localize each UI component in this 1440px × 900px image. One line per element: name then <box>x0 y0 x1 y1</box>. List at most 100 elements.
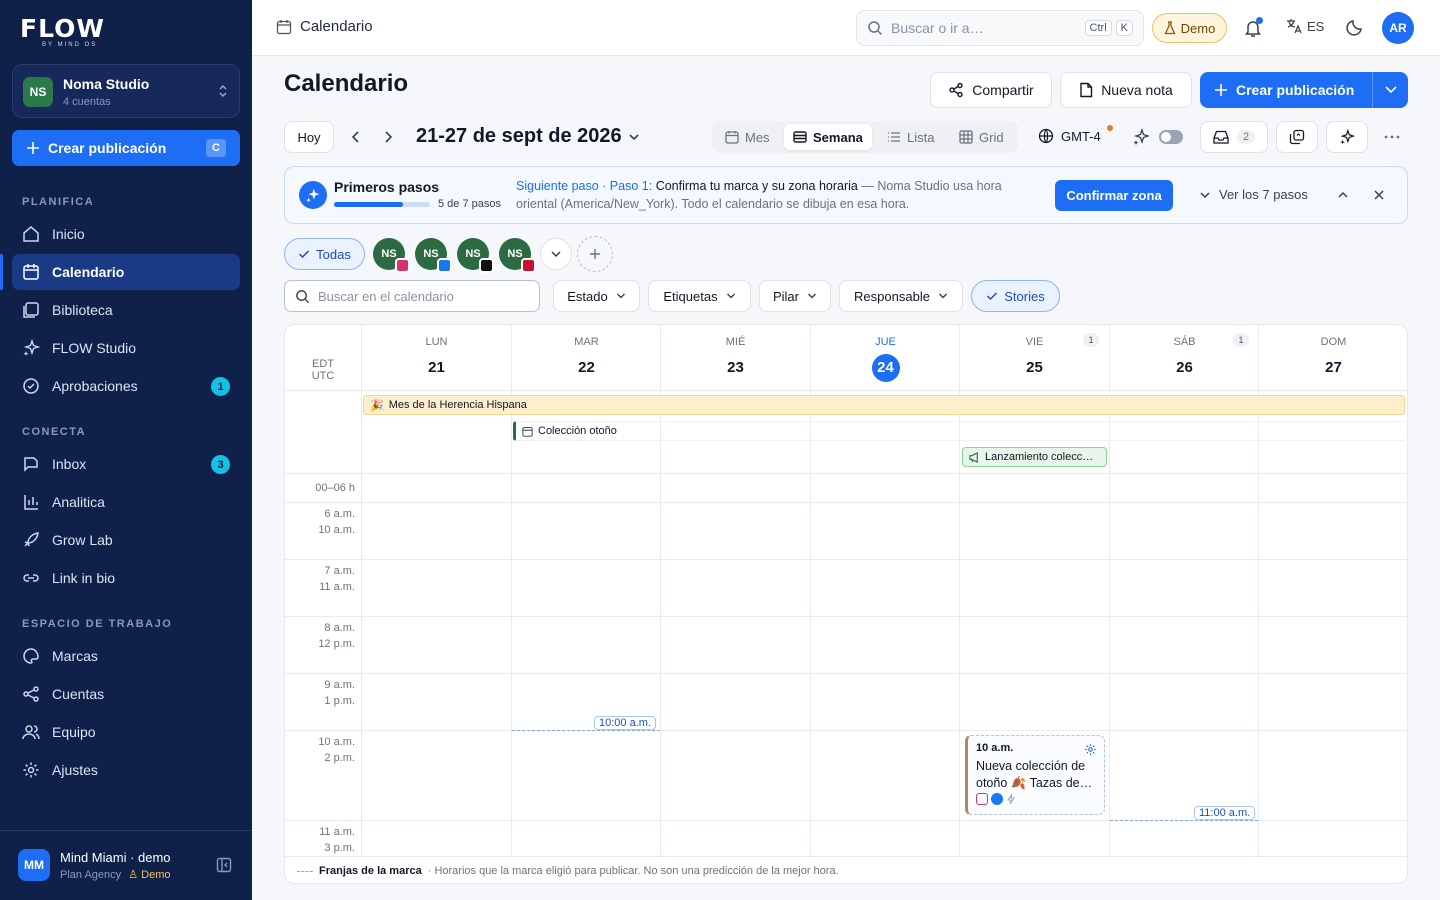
filter-all-accounts[interactable]: Todas <box>284 238 365 270</box>
day-header-dom[interactable]: DOM 27 <box>1259 325 1407 391</box>
chevron-down-icon <box>551 251 561 258</box>
view-tab-grid[interactable]: Grid <box>950 124 1013 150</box>
brand-slot-line <box>1110 820 1258 821</box>
sidebar-item-biblioteca[interactable]: Biblioteca <box>12 292 240 328</box>
workspace-footer[interactable]: MM Mind Miami · demo Plan Agency ♙ Demo <box>0 830 252 900</box>
link-icon <box>23 574 39 582</box>
hour-label: 8 a.m. 12 p.m. <box>318 622 355 650</box>
day-header-mar[interactable]: MAR 22 <box>512 325 661 391</box>
sidebar-item-inbox[interactable]: Inbox 3 <box>12 446 240 482</box>
ai-toggle[interactable] <box>1159 130 1183 144</box>
day-header-sab[interactable]: SÁB 26 1 <box>1110 325 1259 391</box>
share-button[interactable]: Compartir <box>930 72 1052 108</box>
topbar: Calendario Buscar o ir a… Ctrl K Demo ES … <box>252 0 1440 56</box>
sidebar: FLOW BY MIND OS NS Noma Studio 4 cuentas… <box>0 0 252 900</box>
view-tab-semana[interactable]: Semana <box>784 124 872 150</box>
search-icon <box>296 289 310 303</box>
confirm-zone-button[interactable]: Confirmar zona <box>1055 180 1173 211</box>
chevron-up-icon[interactable] <box>1337 190 1349 200</box>
inbox-badge: 3 <box>211 455 230 474</box>
day-header-lun[interactable]: LUN 21 <box>362 325 511 391</box>
view-tab-mes[interactable]: Mes <box>716 124 779 150</box>
org-account-count: 4 cuentas <box>63 96 111 108</box>
chevron-down-icon <box>1200 191 1210 198</box>
day-header-vie[interactable]: VIE 25 1 <box>960 325 1109 391</box>
hour-label: 10 a.m. 2 p.m. <box>318 736 355 764</box>
chevron-down-icon[interactable] <box>1384 84 1398 96</box>
brand-slot-badge[interactable]: 11:00 a.m. <box>1194 806 1256 820</box>
note-icon <box>1080 82 1093 98</box>
account-instagram[interactable]: NS <box>373 238 410 273</box>
account-tiktok[interactable]: NS <box>457 238 494 273</box>
calendar-icon <box>23 264 39 280</box>
next-week-icon[interactable] <box>382 130 394 144</box>
prev-week-icon[interactable] <box>350 130 362 144</box>
more-options-icon[interactable] <box>1384 134 1400 140</box>
sidebar-item-link-in-bio[interactable]: Link in bio <box>12 560 240 596</box>
brand-slot-badge[interactable]: 10:00 a.m. <box>594 716 656 730</box>
new-note-button[interactable]: Nueva nota <box>1060 72 1192 108</box>
onboarding-title: Primeros pasos <box>334 179 440 195</box>
org-avatar: NS <box>23 77 53 107</box>
sidebar-item-grow-lab[interactable]: Grow Lab <box>12 522 240 558</box>
filter-responsable[interactable]: Responsable <box>839 280 963 312</box>
view-tab-lista[interactable]: Lista <box>878 124 943 150</box>
flow-logo[interactable]: FLOW BY MIND OS <box>20 14 105 48</box>
global-search-input[interactable]: Buscar o ir a… Ctrl K <box>856 10 1144 46</box>
account-pinterest[interactable]: NS <box>499 238 536 273</box>
plus-icon <box>590 249 600 259</box>
timezone-selector[interactable]: GMT-4 <box>1038 128 1101 144</box>
filter-estado[interactable]: Estado <box>553 280 640 312</box>
workspace-plan: Plan Agency ♙ Demo <box>60 869 171 881</box>
calendar-event-card[interactable]: 10 a.m. Nueva colección de otoño 🍂 Tazas… <box>965 735 1105 815</box>
sidebar-item-analitica[interactable]: Analitica <box>12 484 240 520</box>
allday-event-lanzamiento[interactable]: Lanzamiento colecc… <box>962 447 1107 467</box>
allday-event-coleccion-otono[interactable]: Colección otoño <box>513 421 1406 441</box>
language-switch[interactable]: ES <box>1286 18 1324 34</box>
megaphone-icon <box>969 451 978 463</box>
filter-pilar[interactable]: Pilar <box>759 280 831 312</box>
section-title-espacio: ESPACIO DE TRABAJO <box>22 618 173 630</box>
palette-icon <box>23 648 39 664</box>
sidebar-item-aprobaciones[interactable]: Aprobaciones 1 <box>12 368 240 404</box>
org-switcher[interactable]: NS Noma Studio 4 cuentas <box>12 64 240 118</box>
sidebar-item-cuentas[interactable]: Cuentas <box>12 676 240 712</box>
sidebar-create-post-button[interactable]: Crear publicación C <box>12 130 240 166</box>
collapse-sidebar-icon[interactable] <box>216 857 232 873</box>
sidebar-item-ajustes[interactable]: Ajustes <box>12 752 240 788</box>
user-avatar[interactable]: AR <box>1382 12 1414 44</box>
add-account-button[interactable] <box>577 236 613 272</box>
moon-icon[interactable] <box>1346 18 1364 36</box>
sidebar-item-equipo[interactable]: Equipo <box>12 714 240 750</box>
ai-assist-button[interactable] <box>1326 121 1368 153</box>
home-icon <box>23 226 39 242</box>
filter-etiquetas[interactable]: Etiquetas <box>648 280 751 312</box>
search-icon <box>868 21 883 36</box>
day-header-mie[interactable]: MIÉ 23 <box>661 325 810 391</box>
view-all-steps-button[interactable]: Ver los 7 pasos <box>1199 187 1308 202</box>
day-header-jue[interactable]: JUE 24 <box>811 325 960 391</box>
filter-stories[interactable]: Stories <box>971 280 1060 312</box>
sidebar-item-calendario[interactable]: Calendario <box>12 254 240 290</box>
sidebar-item-flow-studio[interactable]: FLOW Studio <box>12 330 240 366</box>
event-time: 10 a.m. <box>976 742 1014 754</box>
more-accounts-button[interactable] <box>540 238 572 270</box>
plus-icon <box>1215 84 1227 96</box>
period-selector[interactable]: 21-27 de sept de 2026 <box>416 125 640 148</box>
calendar-icon <box>725 131 739 144</box>
demo-badge[interactable]: Demo <box>1152 13 1227 43</box>
create-post-button[interactable]: Crear publicación <box>1200 72 1408 108</box>
duplicate-button[interactable] <box>1276 121 1318 153</box>
chevron-down-icon <box>616 293 625 299</box>
check-icon <box>299 250 310 259</box>
account-facebook[interactable]: NS <box>415 238 452 273</box>
close-icon[interactable] <box>1373 189 1385 201</box>
sidebar-item-marcas[interactable]: Marcas <box>12 638 240 674</box>
day-post-count: 1 <box>1083 333 1099 347</box>
allday-event-herencia[interactable]: 🎉 Mes de la Herencia Hispana <box>363 395 1405 415</box>
sidebar-item-inicio[interactable]: Inicio <box>12 216 240 252</box>
calendar-search-input[interactable]: Buscar en el calendario <box>284 280 540 312</box>
inbox-drafts-button[interactable]: 2 <box>1200 121 1268 153</box>
today-button[interactable]: Hoy <box>284 121 334 153</box>
grid-icon <box>959 130 973 144</box>
